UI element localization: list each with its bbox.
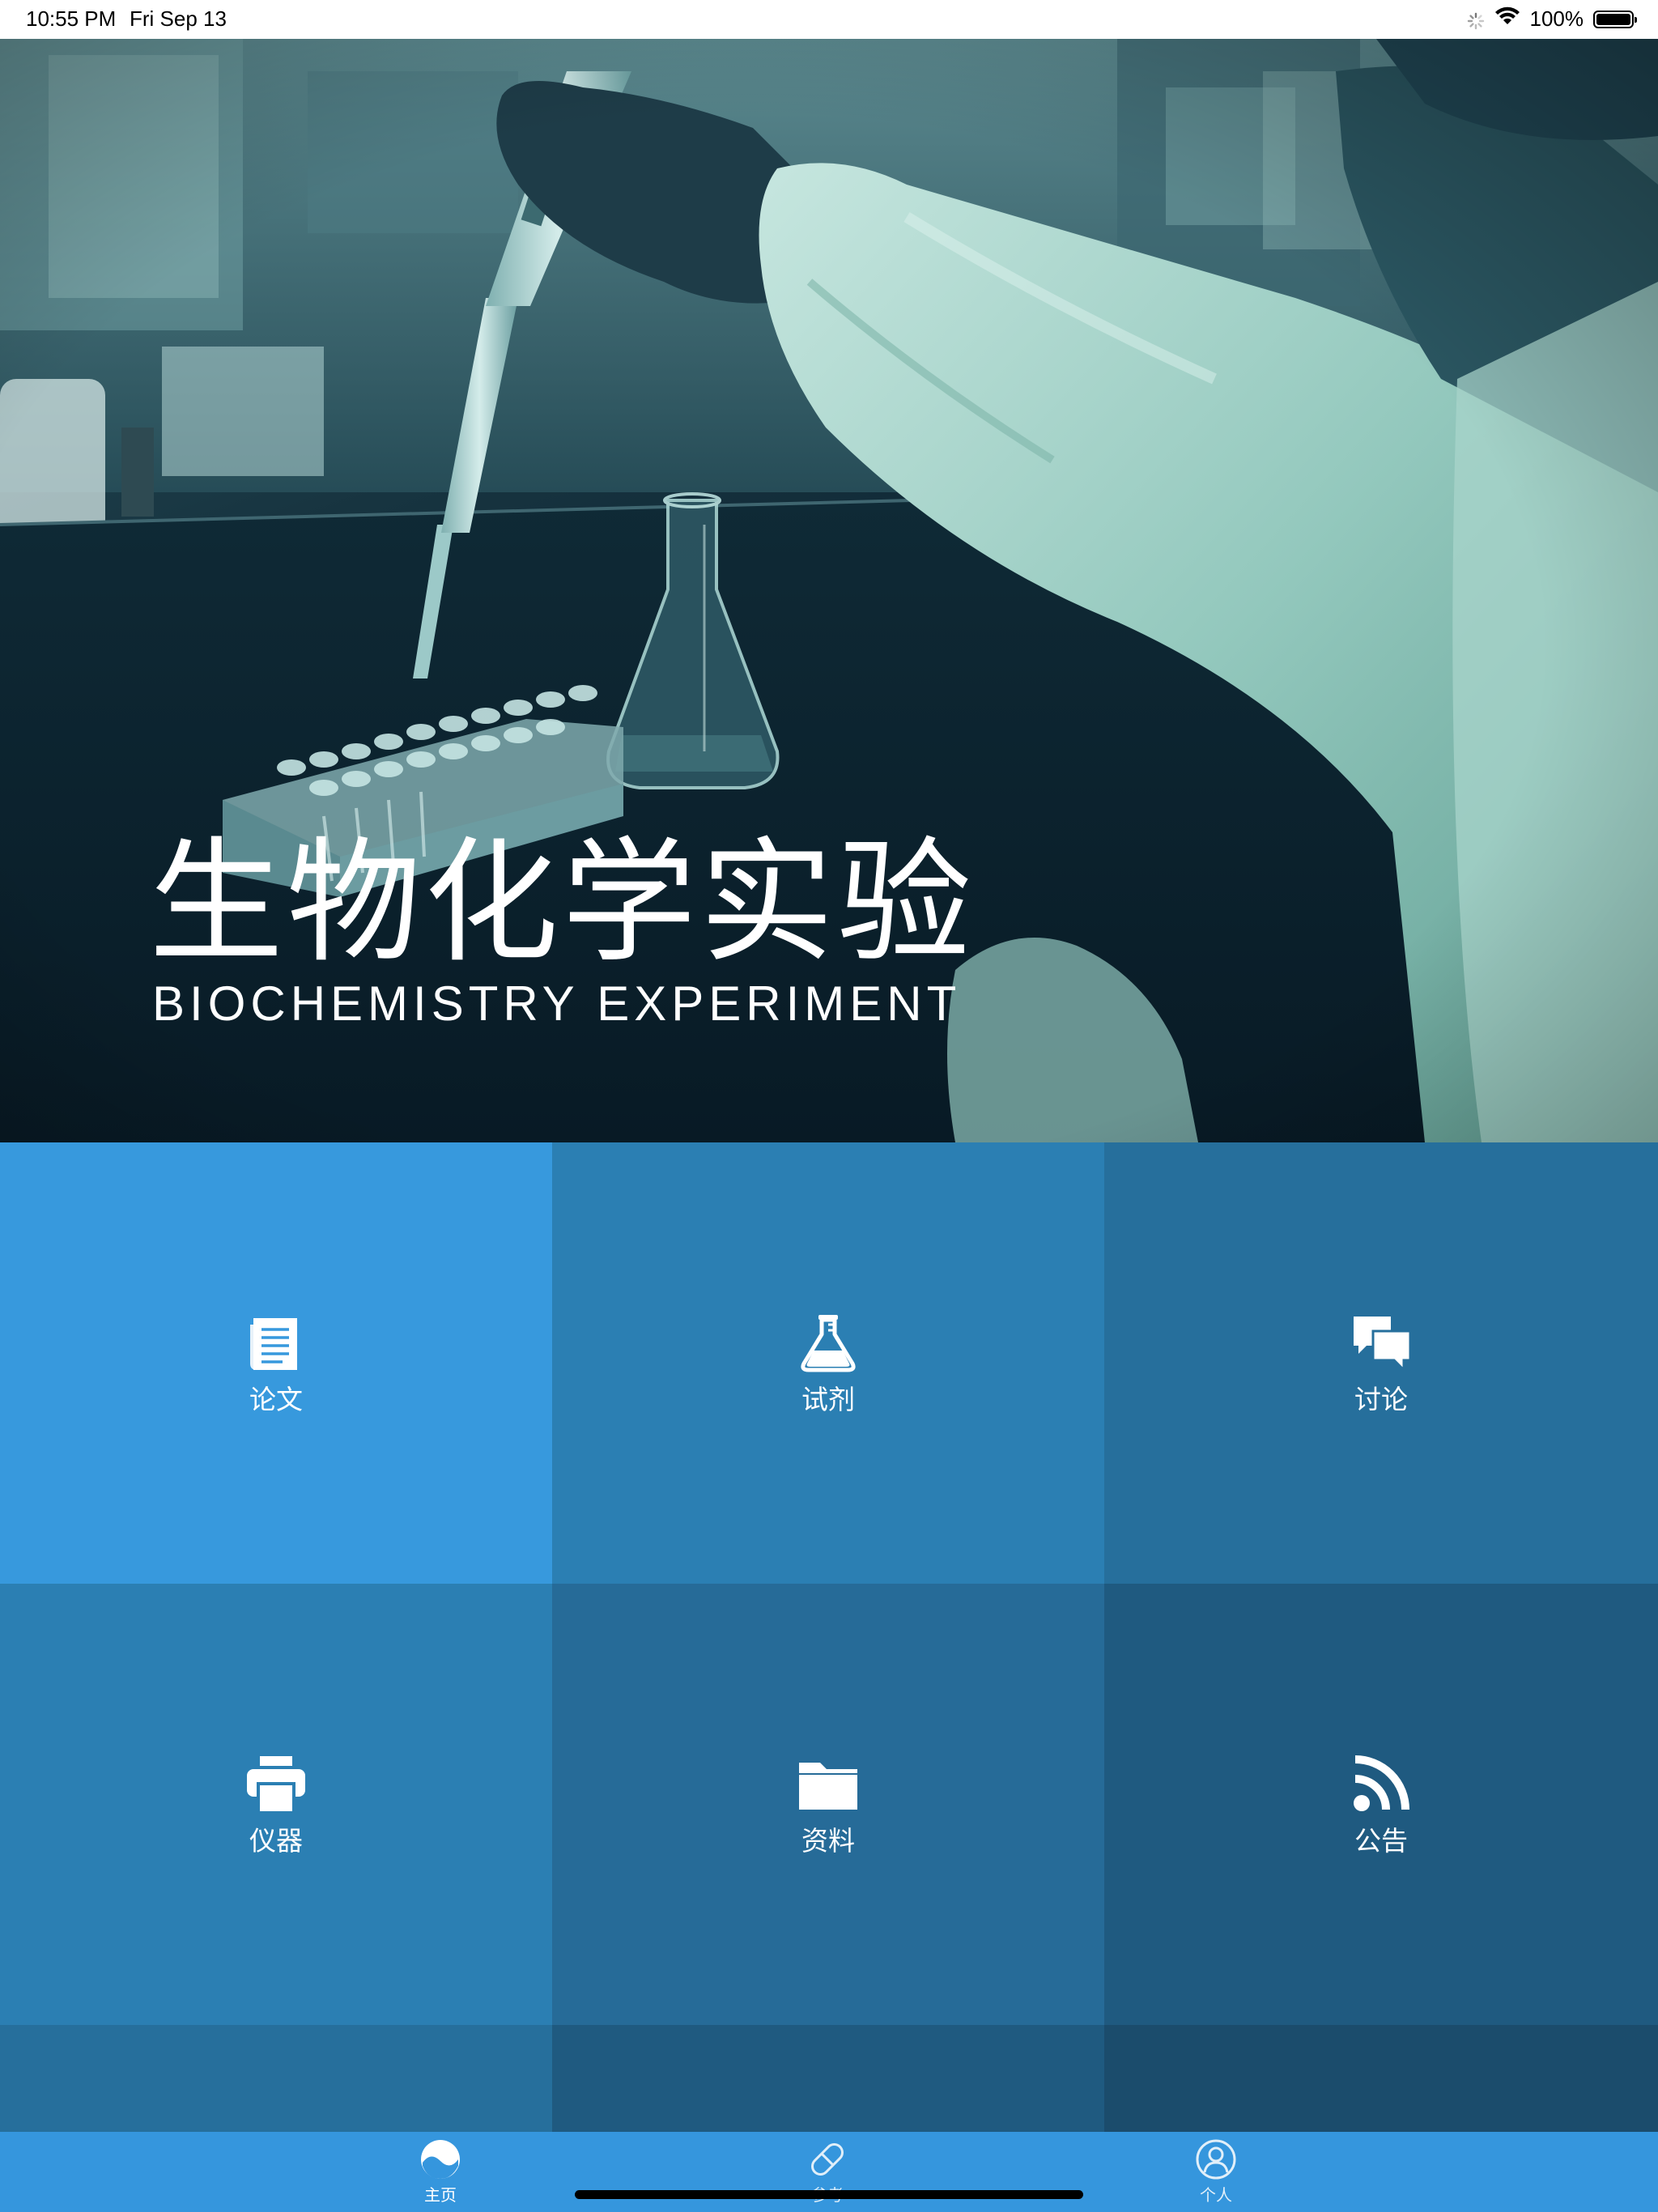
tile-announcements[interactable]: 公告 <box>1104 1584 1658 2025</box>
hero-subtitle: BIOCHEMISTRY EXPERIMENT <box>152 976 962 1031</box>
person-icon <box>1196 2139 1236 2180</box>
status-bar: 10:55 PM Fri Sep 13 100% <box>0 0 1658 39</box>
battery-icon <box>1593 10 1637 28</box>
status-time: 10:55 PM <box>26 6 117 31</box>
tile-label: 讨论 <box>1354 1383 1408 1415</box>
tab-bar: 主页 参考 个人 <box>0 2132 1658 2212</box>
tile-label: 论文 <box>249 1383 303 1415</box>
hero-title: 生物化学实验 <box>149 825 975 981</box>
folder-icon <box>799 1762 857 1810</box>
pill-icon <box>811 2143 844 2176</box>
tile-empty <box>552 2025 1104 2132</box>
tile-empty <box>1104 2025 1658 2132</box>
chat-bubbles-icon <box>1354 1316 1412 1373</box>
flask-icon <box>801 1314 856 1372</box>
battery-level <box>1596 13 1630 25</box>
tile-reagents[interactable]: 试剂 <box>552 1142 1104 1584</box>
tab-label: 主页 <box>424 2185 457 2205</box>
tile-papers[interactable]: 论文 <box>0 1142 552 1584</box>
tile-label: 资料 <box>801 1824 855 1857</box>
tile-label: 试剂 <box>801 1383 855 1415</box>
home-wave-icon <box>421 2140 460 2179</box>
tile-label: 公告 <box>1354 1824 1408 1857</box>
battery-percent: 100% <box>1529 6 1584 31</box>
tile-label: 仪器 <box>249 1824 303 1857</box>
tile-instruments[interactable]: 仪器 <box>0 1584 552 2025</box>
rss-icon <box>1354 1755 1409 1811</box>
tab-label: 个人 <box>1200 2185 1232 2205</box>
wifi-icon <box>1494 6 1520 32</box>
status-date: Fri Sep 13 <box>130 6 227 31</box>
tab-profile[interactable]: 个人 <box>1159 2138 1273 2206</box>
printer-icon <box>247 1755 305 1814</box>
document-icon <box>250 1317 297 1370</box>
activity-spinner-icon <box>1467 11 1485 29</box>
tile-empty <box>0 2025 552 2132</box>
hero-banner: 生物化学实验 BIOCHEMISTRY EXPERIMENT <box>0 39 1658 1142</box>
home-indicator <box>575 2190 1083 2199</box>
status-indicators: 100% <box>1467 6 1637 32</box>
tab-home[interactable]: 主页 <box>384 2138 497 2206</box>
tile-discussion[interactable]: 讨论 <box>1104 1142 1658 1584</box>
tile-materials[interactable]: 资料 <box>552 1584 1104 2025</box>
